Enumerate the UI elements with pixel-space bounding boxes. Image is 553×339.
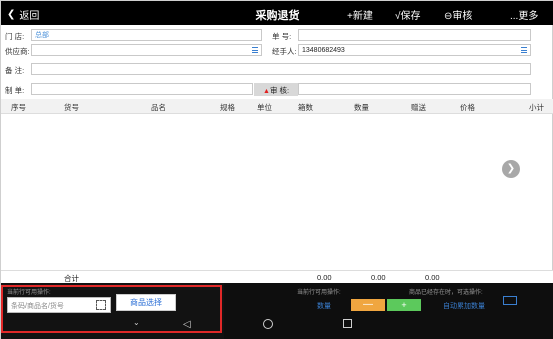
triangle-up-icon: ▲: [263, 88, 270, 95]
maker-label: 制 单:: [5, 86, 25, 95]
store-value: 总部: [35, 32, 49, 39]
col-unit: 单位: [257, 103, 272, 112]
totals-quantity: 0.00: [371, 273, 386, 282]
row-ops-hint-left: 当前行可用操作:: [7, 290, 51, 296]
col-index: 序号: [11, 103, 26, 112]
goods-select-button[interactable]: 商品选择: [116, 294, 176, 311]
store-label: 门 店:: [5, 32, 25, 41]
doc-no-label: 单 号:: [272, 32, 292, 41]
keyboard-icon[interactable]: [503, 296, 517, 305]
auto-add-quantity-toggle[interactable]: 自动累加数量: [443, 301, 485, 311]
totals-row: 合计 0.00 0.00 0.00: [1, 270, 553, 283]
decrease-button[interactable]: —: [351, 299, 385, 311]
scan-input[interactable]: 条码/商品名/货号: [7, 297, 111, 313]
nav-back-icon[interactable]: ◁: [183, 319, 191, 330]
remark-label: 备 注:: [5, 66, 25, 75]
chevron-right-icon[interactable]: ❯: [502, 160, 520, 178]
audit-button[interactable]: ⊖审核: [444, 7, 472, 22]
nav-home-icon[interactable]: [263, 319, 273, 329]
doc-no-field[interactable]: [298, 29, 531, 41]
header-bar: ❮ 返回 采购退货 +新建 √保存 ⊖审核 ...更多: [1, 1, 553, 25]
exists-hint: 商品已经存在时，可选操作:: [409, 290, 483, 296]
remark-field[interactable]: [31, 63, 531, 75]
auditor-field: [298, 83, 531, 95]
new-button[interactable]: +新建: [347, 7, 373, 22]
more-button[interactable]: ...更多: [510, 7, 538, 22]
handler-label: 经手人:: [272, 47, 297, 56]
col-price: 价格: [460, 103, 475, 112]
supplier-label: 供应商:: [5, 47, 30, 56]
handler-list-icon[interactable]: [521, 47, 527, 53]
col-gift: 赠送: [411, 103, 426, 112]
nav-recent-icon[interactable]: [343, 319, 352, 328]
col-name: 品名: [151, 103, 166, 112]
quantity-label[interactable]: 数量: [317, 301, 331, 311]
store-field[interactable]: 总部: [31, 29, 262, 41]
col-spec: 规格: [220, 103, 235, 112]
row-ops-hint-right: 当前行可用操作:: [297, 290, 341, 296]
table-header: 序号 货号 品名 规格 单位 箱数 数量 赠送 价格 小计: [1, 99, 553, 114]
increase-button[interactable]: +: [387, 299, 421, 311]
scan-icon[interactable]: [96, 300, 106, 310]
auditor-label: 审 核:: [269, 86, 290, 95]
col-subtotal: 小计: [529, 103, 544, 112]
supplier-field[interactable]: [31, 44, 262, 56]
handler-value: 13480682493: [302, 47, 345, 54]
save-button[interactable]: √保存: [395, 7, 421, 22]
scan-placeholder: 条码/商品名/货号: [11, 303, 64, 310]
col-boxes: 箱数: [298, 103, 313, 112]
col-quantity: 数量: [354, 103, 369, 112]
row-actions-panel: [224, 283, 553, 339]
totals-gift: 0.00: [425, 273, 440, 282]
maker-field: [31, 83, 253, 95]
totals-boxes: 0.00: [317, 273, 332, 282]
chevron-down-icon[interactable]: ⌄: [133, 318, 140, 327]
app-screen: ❮ 返回 采购退货 +新建 √保存 ⊖审核 ...更多 门 店: 总部 单 号:…: [0, 0, 553, 339]
col-sku: 货号: [64, 103, 79, 112]
supplier-list-icon[interactable]: [252, 47, 258, 53]
handler-field[interactable]: 13480682493: [298, 44, 531, 56]
auditor-label-box: ▲审 核:: [254, 83, 298, 96]
